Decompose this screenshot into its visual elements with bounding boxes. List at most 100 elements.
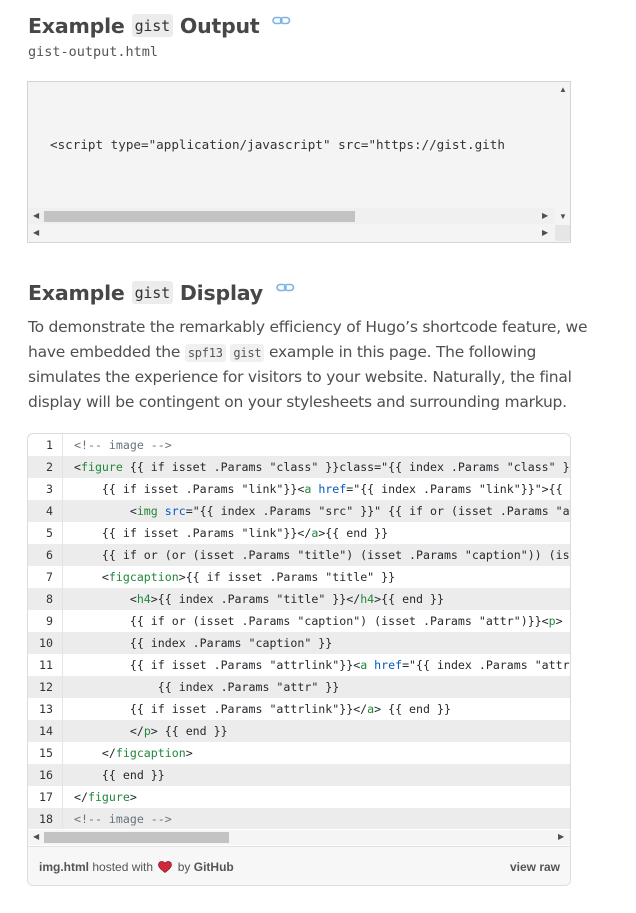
code-line: 4 <img src="{{ index .Params "src" }}" {… — [28, 500, 570, 522]
line-number[interactable]: 18 — [28, 808, 63, 829]
line-number[interactable]: 11 — [28, 654, 63, 676]
code-line: 8 <h4>{{ index .Params "title" }}</h4>{{… — [28, 588, 570, 610]
line-number-text: 8 — [46, 592, 53, 606]
inline-code-gist: gist — [230, 343, 265, 362]
inline-code-spf13: spf13 — [184, 343, 226, 362]
by-text: by — [177, 860, 191, 874]
code-text: </figure> — [74, 790, 137, 804]
line-number-text: 18 — [39, 812, 53, 826]
view-raw-link[interactable]: view raw — [510, 860, 560, 874]
line-number[interactable]: 8 — [28, 588, 63, 610]
line-number[interactable]: 4 — [28, 500, 63, 522]
embedded-gist: 1 <!-- image --> 2 <figure {{ if isset .Par… — [27, 433, 571, 886]
line-number[interactable]: 15 — [28, 742, 63, 764]
heading-code: gist — [131, 14, 173, 37]
line-number-text: 7 — [46, 570, 53, 584]
line-number-text: 13 — [39, 702, 53, 716]
line-number-text: 15 — [39, 746, 53, 760]
code-line: 11 {{ if isset .Params "attrlink"}}<a hr… — [28, 654, 570, 676]
horizontal-scrollbar-outer[interactable]: ◀ ▶ — [28, 225, 555, 241]
line-number-text: 14 — [39, 724, 53, 738]
line-number[interactable]: 12 — [28, 676, 63, 698]
scroll-left-arrow-icon[interactable]: ◀ — [33, 229, 39, 237]
code-text: {{ index .Params "attr" }} — [74, 680, 340, 694]
scroll-left-arrow-icon[interactable]: ◀ — [33, 833, 39, 841]
line-number-text: 11 — [39, 658, 53, 672]
line-number-text: 16 — [39, 768, 53, 782]
code-output: <script type="application/javascript" sr… — [50, 137, 505, 152]
line-number-text: 10 — [39, 636, 53, 650]
gist-horizontal-scrollbar[interactable]: ◀ ▶ — [28, 830, 570, 845]
heading-example-gist-display: Example gist Display — [28, 275, 295, 305]
gist-file-link[interactable]: img.html — [39, 860, 89, 874]
line-number[interactable]: 14 — [28, 720, 63, 742]
line-number[interactable]: 1 — [28, 434, 63, 456]
line-number[interactable]: 13 — [28, 698, 63, 720]
code-text: </figcaption> — [74, 746, 193, 760]
scroll-right-arrow-icon[interactable]: ▶ — [542, 229, 548, 237]
code-text: {{ if or (isset .Params "caption") (isse… — [74, 614, 563, 628]
code-text: <img src="{{ index .Params "src" }}" {{ … — [74, 504, 570, 518]
scrollbar-thumb[interactable] — [44, 832, 229, 843]
gist-footer: img.html hosted with by GitHub view raw — [28, 846, 570, 885]
code-text: {{ if or (or (isset .Params "title") (is… — [74, 548, 570, 562]
code-line: 15 </figcaption> — [28, 742, 570, 764]
code-line: 13 {{ if isset .Params "attrlink"}}</a> … — [28, 698, 570, 720]
line-number-text: 2 — [46, 460, 53, 474]
gist-filename: gist-output.html — [28, 44, 159, 60]
line-number[interactable]: 3 — [28, 478, 63, 500]
line-number[interactable]: 10 — [28, 632, 63, 654]
link-icon[interactable] — [276, 275, 295, 292]
code-text: {{ if isset .Params "attrlink"}}<a href=… — [74, 658, 570, 672]
code-text: {{ if isset .Params "attrlink"}}</a> {{ … — [74, 702, 451, 716]
line-number-text: 12 — [39, 680, 53, 694]
line-number[interactable]: 7 — [28, 566, 63, 588]
heading-suffix: Display — [179, 281, 263, 305]
code-line: 18 <!-- image --> — [28, 808, 570, 829]
line-number-text: 1 — [46, 438, 53, 452]
code-line: 12 {{ index .Params "attr" }} — [28, 676, 570, 698]
code-text: <!-- image --> — [74, 438, 172, 452]
scrollbar-thumb[interactable] — [44, 211, 355, 222]
code-text: <h4>{{ index .Params "title" }}</h4>{{ e… — [74, 592, 444, 606]
code-line: 2 <figure {{ if isset .Params "class" }}c… — [28, 456, 570, 478]
code-line: 6 {{ if or (or (isset .Params "title") (… — [28, 544, 570, 566]
line-number[interactable]: 2 — [28, 456, 63, 478]
code-line: 3 {{ if isset .Params "link"}}<a href="{… — [28, 478, 570, 500]
line-number[interactable]: 6 — [28, 544, 63, 566]
scroll-right-arrow-icon[interactable]: ▶ — [558, 833, 564, 841]
scroll-left-arrow-icon[interactable]: ◀ — [33, 212, 39, 220]
line-number[interactable]: 16 — [28, 764, 63, 786]
code-line: 1 <!-- image --> — [28, 434, 570, 456]
code-line: 17 </figure> — [28, 786, 570, 808]
heart-icon — [158, 861, 173, 876]
line-number[interactable]: 9 — [28, 610, 63, 632]
line-number-text: 17 — [39, 790, 53, 804]
code-text: </p> {{ end }} — [74, 724, 228, 738]
line-number-text: 4 — [46, 504, 53, 518]
github-link[interactable]: GitHub — [194, 860, 234, 874]
heading-suffix: Output — [179, 14, 260, 38]
scroll-right-arrow-icon[interactable]: ▶ — [542, 212, 548, 220]
code-output-box[interactable]: <script type="application/javascript" sr… — [27, 81, 571, 243]
line-number[interactable]: 17 — [28, 786, 63, 808]
vertical-scrollbar[interactable]: ▲ ▼ — [555, 82, 570, 227]
line-number-text: 6 — [46, 548, 53, 562]
gist-meta: img.html hosted with by GitHub — [39, 860, 234, 876]
code-line: 16 {{ end }} — [28, 764, 570, 786]
code-line: 9 {{ if or (isset .Params "caption") (is… — [28, 610, 570, 632]
line-number[interactable]: 5 — [28, 522, 63, 544]
code-text: <!-- image --> — [74, 812, 172, 826]
heading-prefix: Example — [28, 281, 125, 305]
link-icon[interactable] — [272, 8, 291, 25]
scrollbar-corner — [555, 225, 570, 241]
code-line: 5 {{ if isset .Params "link"}}</a>{{ end… — [28, 522, 570, 544]
heading-example-gist-output: Example gist Output — [28, 8, 291, 38]
scroll-down-arrow-icon[interactable]: ▼ — [559, 213, 567, 221]
heading-code: gist — [131, 281, 173, 304]
horizontal-scrollbar[interactable]: ◀ ▶ — [28, 208, 555, 224]
code-line: 7 <figcaption>{{ if isset .Params "title… — [28, 566, 570, 588]
scroll-up-arrow-icon[interactable]: ▲ — [559, 86, 567, 94]
code-line: 10 {{ index .Params "caption" }} — [28, 632, 570, 654]
description-paragraph: To demonstrate the remarkably efficiency… — [28, 315, 588, 414]
